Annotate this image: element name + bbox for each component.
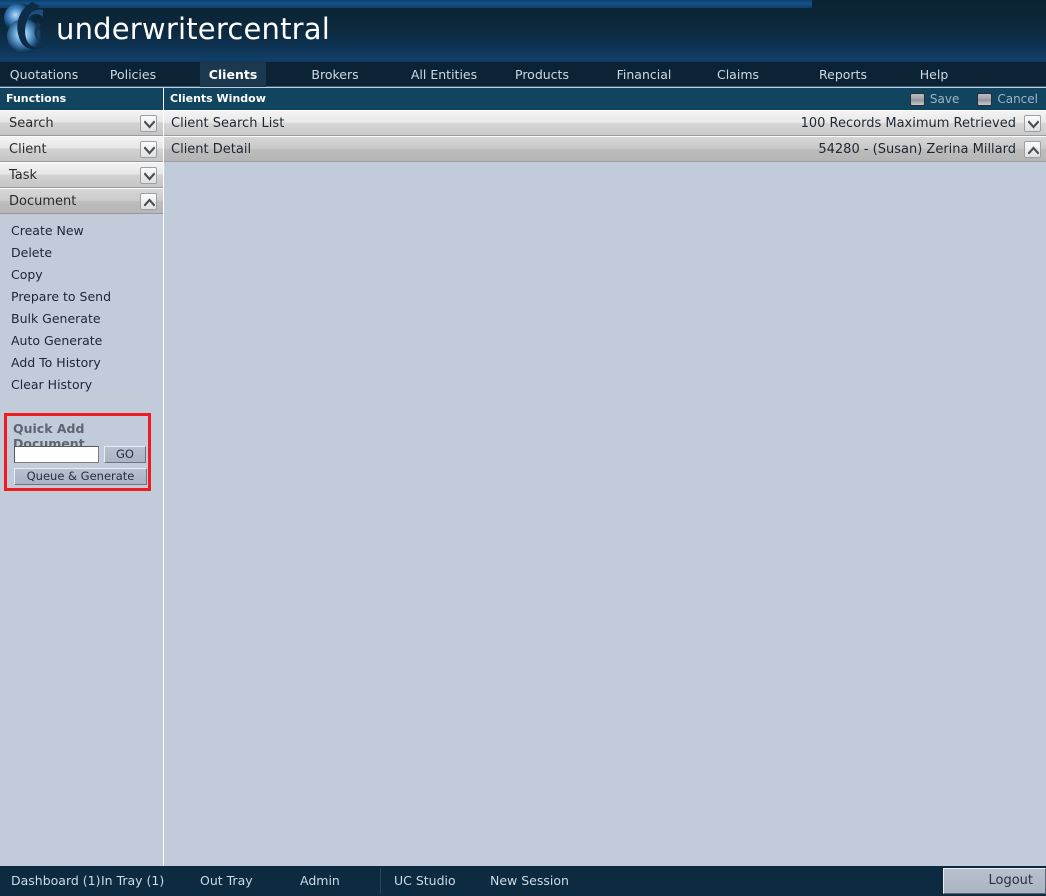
queue-and-generate-button[interactable]: Queue & Generate (14, 468, 147, 485)
brand-title: underwritercentral (56, 12, 331, 46)
main-content: Client Search List 100 Records Maximum Re… (164, 110, 1046, 866)
nav-tab-reports[interactable]: Reports (806, 62, 880, 87)
content-row-client-detail[interactable]: Client Detail 54280 - (Susan) Zerina Mill… (164, 136, 1046, 162)
footer-link-admin[interactable]: Admin (300, 866, 340, 896)
spiral-logo-icon (2, 0, 52, 58)
document-menu: Create New Delete Copy Prepare to Send Bulk … (0, 214, 163, 396)
chevron-up-icon[interactable] (140, 193, 157, 210)
quick-add-input[interactable] (14, 446, 99, 463)
save-label: Save (929, 92, 960, 106)
chevron-down-icon[interactable] (1024, 115, 1041, 132)
footer-link-in-tray-1-[interactable]: In Tray (1) (101, 866, 164, 896)
nav-tab-all-entities[interactable]: All Entities (398, 62, 490, 87)
content-row-list: Client Search List 100 Records Maximum Re… (164, 110, 1046, 162)
footer-bar: Logout Dashboard (1) In Tray (1) Out Tray A… (0, 866, 1046, 896)
footer-divider (380, 868, 381, 894)
app-header: underwritercentral (0, 0, 1046, 62)
sidebar-accordion-list: Search Client Task Document (0, 110, 163, 214)
footer-link-new-session[interactable]: New Session (490, 866, 569, 896)
accordion-task[interactable]: Task (0, 162, 163, 188)
document-menu-item-prepare-to-send[interactable]: Prepare to Send (0, 286, 163, 308)
accordion-document[interactable]: Document (0, 188, 163, 214)
save-button[interactable]: Save (909, 88, 960, 110)
logout-button[interactable]: Logout (943, 868, 1046, 894)
footer-link-dashboard-1-[interactable]: Dashboard (1) (11, 866, 101, 896)
nav-tab-products[interactable]: Products (500, 62, 584, 87)
cancel-label: Cancel (997, 92, 1038, 106)
application-root: underwritercentral Quotations Policies Cli… (0, 0, 1046, 896)
functions-panel-title: Functions (0, 88, 164, 110)
quick-add-document-panel: Quick Add Document GO Queue & Generate (4, 413, 151, 491)
footer-link-uc-studio[interactable]: UC Studio (394, 866, 456, 896)
accordion-label: Search (9, 116, 54, 131)
chevron-down-icon[interactable] (140, 141, 157, 158)
row-label: Client Search List (171, 116, 285, 131)
chevron-down-icon[interactable] (140, 115, 157, 132)
document-menu-item-auto-generate[interactable]: Auto Generate (0, 330, 163, 352)
document-menu-item-delete[interactable]: Delete (0, 242, 163, 264)
row-label: Client Detail (171, 142, 252, 157)
main-navigation: Quotations Policies Clients Brokers All Enti… (0, 62, 1046, 87)
chevron-down-icon[interactable] (140, 167, 157, 184)
quick-add-go-button[interactable]: GO (104, 446, 146, 463)
clients-window-bar: Clients Window Save Cancel (164, 88, 1046, 110)
header-accent-bar (0, 0, 812, 8)
cancel-icon (977, 92, 993, 106)
nav-tab-policies[interactable]: Policies (88, 62, 178, 87)
document-menu-item-copy[interactable]: Copy (0, 264, 163, 286)
quick-add-row: GO (14, 446, 146, 463)
document-menu-item-create-new[interactable]: Create New (0, 220, 163, 242)
accordion-client[interactable]: Client (0, 136, 163, 162)
accordion-search[interactable]: Search (0, 110, 163, 136)
document-menu-item-add-to-history[interactable]: Add To History (0, 352, 163, 374)
nav-tab-brokers[interactable]: Brokers (290, 62, 380, 87)
nav-tab-quotations[interactable]: Quotations (0, 62, 88, 87)
functions-sidebar: Search Client Task Document Create New Delet… (0, 110, 164, 866)
content-row-client-search-list[interactable]: Client Search List 100 Records Maximum Re… (164, 110, 1046, 136)
window-actions: Save Cancel (909, 88, 1038, 110)
save-icon (909, 92, 925, 106)
document-menu-item-clear-history[interactable]: Clear History (0, 374, 163, 396)
chevron-up-icon[interactable] (1024, 141, 1041, 158)
accordion-label: Task (9, 168, 38, 183)
row-value: 54280 - (Susan) Zerina Millard (818, 142, 1016, 157)
accordion-label: Document (9, 194, 77, 209)
footer-link-out-tray[interactable]: Out Tray (200, 866, 253, 896)
row-value: 100 Records Maximum Retrieved (800, 116, 1016, 131)
nav-tab-financial[interactable]: Financial (602, 62, 686, 87)
accordion-label: Client (9, 142, 47, 157)
window-title: Clients Window (170, 92, 266, 105)
document-menu-item-bulk-generate[interactable]: Bulk Generate (0, 308, 163, 330)
nav-tab-help[interactable]: Help (908, 62, 960, 87)
cancel-button[interactable]: Cancel (977, 88, 1038, 110)
nav-tab-claims[interactable]: Claims (700, 62, 776, 87)
nav-tab-clients[interactable]: Clients (200, 62, 266, 87)
